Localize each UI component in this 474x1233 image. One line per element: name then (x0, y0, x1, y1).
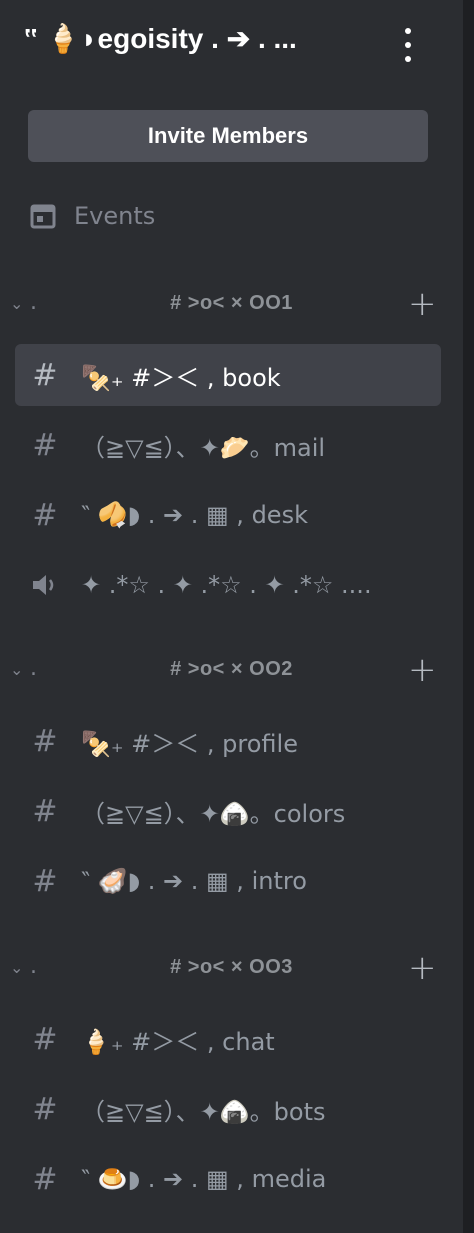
channel-name: 🍢₊ #＞＜ , book (81, 363, 281, 392)
channel-item[interactable]: # ‶ 🥠◗ . ➔ . ▦ , desk (15, 484, 441, 546)
plus-icon[interactable]: + (408, 948, 437, 988)
calendar-icon (30, 204, 56, 229)
channel-name: 🍢₊ #＞＜ , profile (81, 729, 298, 758)
window-edge (463, 0, 474, 1233)
plus-icon[interactable]: + (408, 284, 437, 324)
more-vertical-icon[interactable] (396, 28, 420, 62)
channel-item[interactable]: # （≧▽≦）、✦🍙。colors (15, 780, 441, 842)
channel-item[interactable]: # ‶ 🍮◗ . ➔ . ▦ , media (15, 1148, 441, 1210)
voice-channel-item[interactable]: ✦ .*☆ . ✦ .*☆ . ✦ .*☆ .... (15, 554, 441, 616)
events-label: Events (74, 202, 156, 230)
hashtag-icon: # (32, 863, 58, 899)
hashtag-icon: # (32, 1091, 58, 1127)
channel-name: （≧▽≦）、✦🥟。mail (81, 433, 326, 462)
speaker-icon (23, 572, 67, 598)
channel-name: ✦ .*☆ . ✦ .*☆ . ✦ .*☆ .... (81, 571, 372, 599)
category-header[interactable]: ⌄ . # >o< × OO2 + (0, 650, 463, 694)
server-name[interactable]: ‟ 🍦◗egoisity . ➔ . ... (24, 22, 297, 55)
hashtag-icon: # (32, 357, 58, 393)
channel-name: ‶ 🥠◗ . ➔ . ▦ , desk (81, 501, 308, 529)
channel-name: （≧▽≦）、✦🍙。bots (81, 1097, 326, 1126)
channel-item[interactable]: # 🍢₊ #＞＜ , book (15, 344, 441, 406)
hashtag-icon: # (32, 497, 58, 533)
channel-name: 🍦₊ #＞＜ , chat (81, 1027, 275, 1056)
server-header[interactable]: ‟ 🍦◗egoisity . ➔ . ... (0, 0, 463, 90)
category-name: # >o< × OO1 (170, 292, 293, 314)
plus-icon[interactable]: + (408, 650, 437, 690)
hashtag-icon: # (32, 1161, 58, 1197)
channel-item[interactable]: # 🍢₊ #＞＜ , profile (15, 710, 441, 772)
channel-item[interactable]: # 🍦₊ #＞＜ , chat (15, 1008, 441, 1070)
category-name: # >o< × OO2 (170, 658, 293, 680)
category-header[interactable]: ⌄ . # >o< × OO3 + (0, 948, 463, 992)
channel-item[interactable]: # （≧▽≦）、✦🥟。mail (15, 414, 441, 476)
channel-name: （≧▽≦）、✦🍙。colors (81, 799, 346, 828)
category-name: # >o< × OO3 (170, 956, 293, 978)
channel-sidebar: ‟ 🍦◗egoisity . ➔ . ... Invite Members Ev… (0, 0, 463, 1233)
category-header[interactable]: ⌄ . # >o< × OO1 + (0, 284, 463, 328)
hashtag-icon: # (32, 723, 58, 759)
invite-members-button[interactable]: Invite Members (28, 110, 428, 162)
channel-name: ‶ 🍮◗ . ➔ . ▦ , media (81, 1165, 327, 1193)
hashtag-icon: # (32, 793, 58, 829)
channel-item[interactable]: # ‶ 🦪◗ . ➔ . ▦ , intro (15, 850, 441, 912)
hashtag-icon: # (32, 1021, 58, 1057)
channel-name: ‶ 🦪◗ . ➔ . ▦ , intro (81, 867, 307, 895)
hashtag-icon: # (32, 427, 58, 463)
channel-item[interactable]: # （≧▽≦）、✦🍙。bots (15, 1078, 441, 1140)
events-link[interactable]: Events (30, 196, 155, 236)
